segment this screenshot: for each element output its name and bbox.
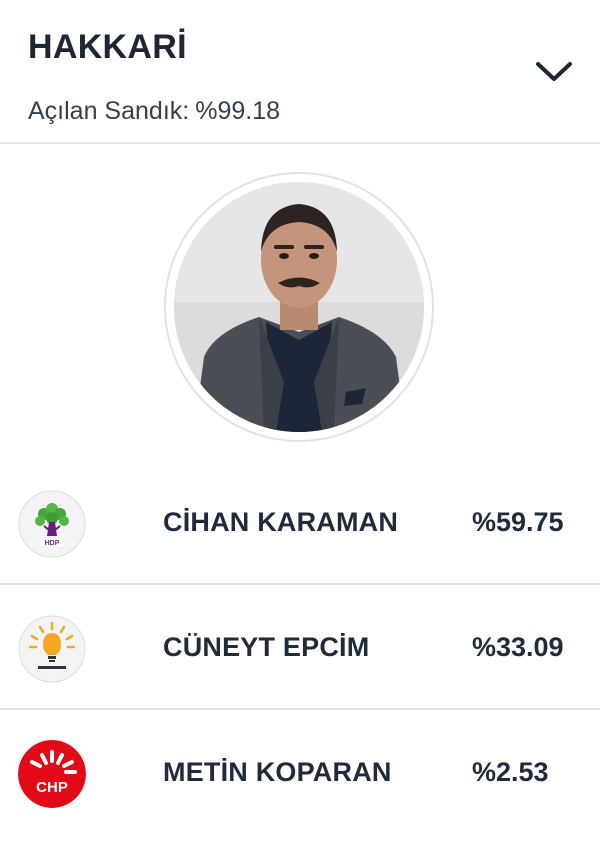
candidate-percent: %33.09 — [472, 632, 564, 662]
opened-ballot-value: %99.18 — [195, 97, 281, 125]
svg-text:HDP: HDP — [45, 540, 60, 547]
opened-ballot-label: Açılan Sandık: — [28, 97, 190, 125]
hdp-logo: HDP — [18, 490, 86, 558]
winner-photo — [174, 182, 424, 432]
chp-logo: CHP — [18, 740, 86, 808]
ak-parti-logo — [18, 615, 86, 683]
candidate-name: METİN KOPARAN — [163, 757, 392, 787]
candidate-row[interactable]: CÜNEYT EPCİM %33.09 — [0, 586, 600, 710]
result-header[interactable]: HAKKARİ Açılan Sandık: %99.18 — [0, 0, 600, 144]
region-title: HAKKARİ — [28, 28, 187, 66]
candidate-name: CÜNEYT EPCİM — [163, 632, 370, 662]
candidate-name: CİHAN KARAMAN — [163, 507, 399, 537]
candidate-row[interactable]: HDP CİHAN KARAMAN %59.75 — [0, 461, 600, 585]
svg-text:CHP: CHP — [36, 779, 68, 796]
opened-ballot-text: Açılan Sandık: %99.18 — [28, 97, 280, 126]
chevron-down-icon[interactable] — [532, 54, 576, 90]
candidate-row[interactable]: CHP METİN KOPARAN %2.53 — [0, 711, 600, 835]
candidate-percent: %2.53 — [472, 757, 549, 787]
candidate-percent: %59.75 — [472, 507, 564, 537]
